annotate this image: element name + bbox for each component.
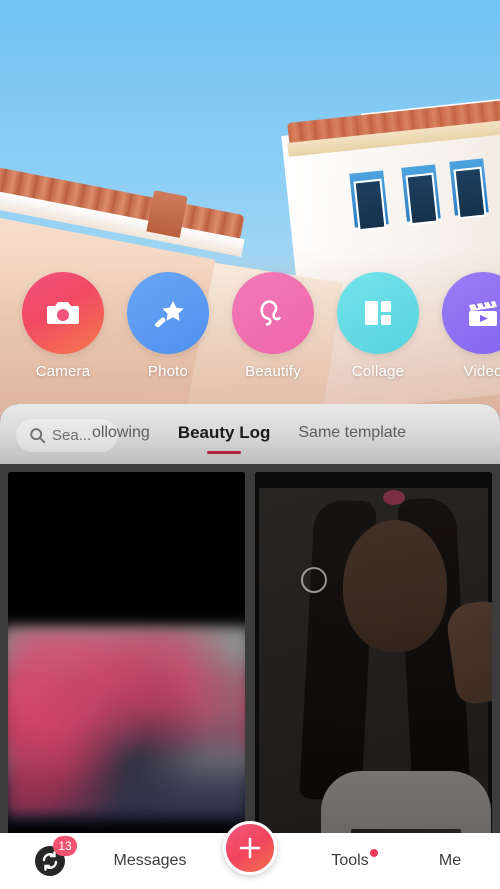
- window: [353, 178, 387, 232]
- tab-same-template[interactable]: Same template: [298, 424, 406, 444]
- search-text: Sea...: [52, 427, 92, 444]
- shortcut-label: Photo: [147, 363, 189, 380]
- app-screen: Camera Photo Beautify Collage Video Sea.…: [0, 0, 500, 889]
- circle-outline-marker: [301, 567, 327, 593]
- window: [453, 166, 487, 220]
- nav-messages-label: Messages: [113, 852, 187, 869]
- card-dim-overlay: [255, 472, 492, 889]
- camera-icon: [22, 272, 104, 354]
- tab-following[interactable]: ollowing: [92, 424, 150, 444]
- create-button[interactable]: [223, 821, 277, 875]
- nav-tools[interactable]: Tools: [300, 849, 400, 870]
- feed-panel: Sea... ollowing Beauty Log Same template: [0, 404, 500, 889]
- shortcut-label: Collage: [351, 363, 405, 380]
- nav-me-label: Me: [438, 852, 462, 869]
- collage-grid-icon: [337, 272, 419, 354]
- sync-badge: 13: [53, 836, 77, 856]
- feed-header: Sea... ollowing Beauty Log Same template: [0, 404, 500, 464]
- nav-me[interactable]: Me: [400, 852, 500, 870]
- feed-tabs: ollowing Beauty Log Same template: [92, 404, 406, 464]
- shortcut-camera[interactable]: Camera: [22, 272, 104, 380]
- clapperboard-icon: [442, 272, 500, 354]
- plus-icon: [239, 837, 261, 859]
- nav-sync[interactable]: 13: [0, 836, 100, 878]
- tab-beauty-log[interactable]: Beauty Log: [178, 423, 271, 445]
- search-icon: [30, 428, 46, 444]
- notification-dot-icon: [369, 849, 378, 857]
- background-photo: [0, 0, 500, 470]
- feed-card-right[interactable]: [255, 472, 492, 889]
- shortcut-label: Camera: [35, 363, 91, 380]
- nav-messages[interactable]: Messages: [100, 852, 200, 870]
- window: [405, 172, 439, 226]
- shortcut-photo[interactable]: Photo: [127, 272, 209, 380]
- shortcut-video[interactable]: Video: [442, 272, 500, 380]
- card-media: [255, 472, 492, 889]
- nav-tools-label: Tools: [331, 849, 378, 870]
- shortcut-collage[interactable]: Collage: [337, 272, 419, 380]
- feed-card-left[interactable]: [8, 472, 245, 889]
- shortcut-row: Camera Photo Beautify Collage Video: [0, 272, 500, 380]
- card-media-band: [8, 630, 245, 814]
- shortcut-label: Beautify: [245, 363, 301, 380]
- beautify-face-icon: [232, 272, 314, 354]
- shortcut-beautify[interactable]: Beautify: [232, 272, 314, 380]
- shortcut-label: Video: [463, 363, 500, 380]
- magic-wand-icon: [127, 272, 209, 354]
